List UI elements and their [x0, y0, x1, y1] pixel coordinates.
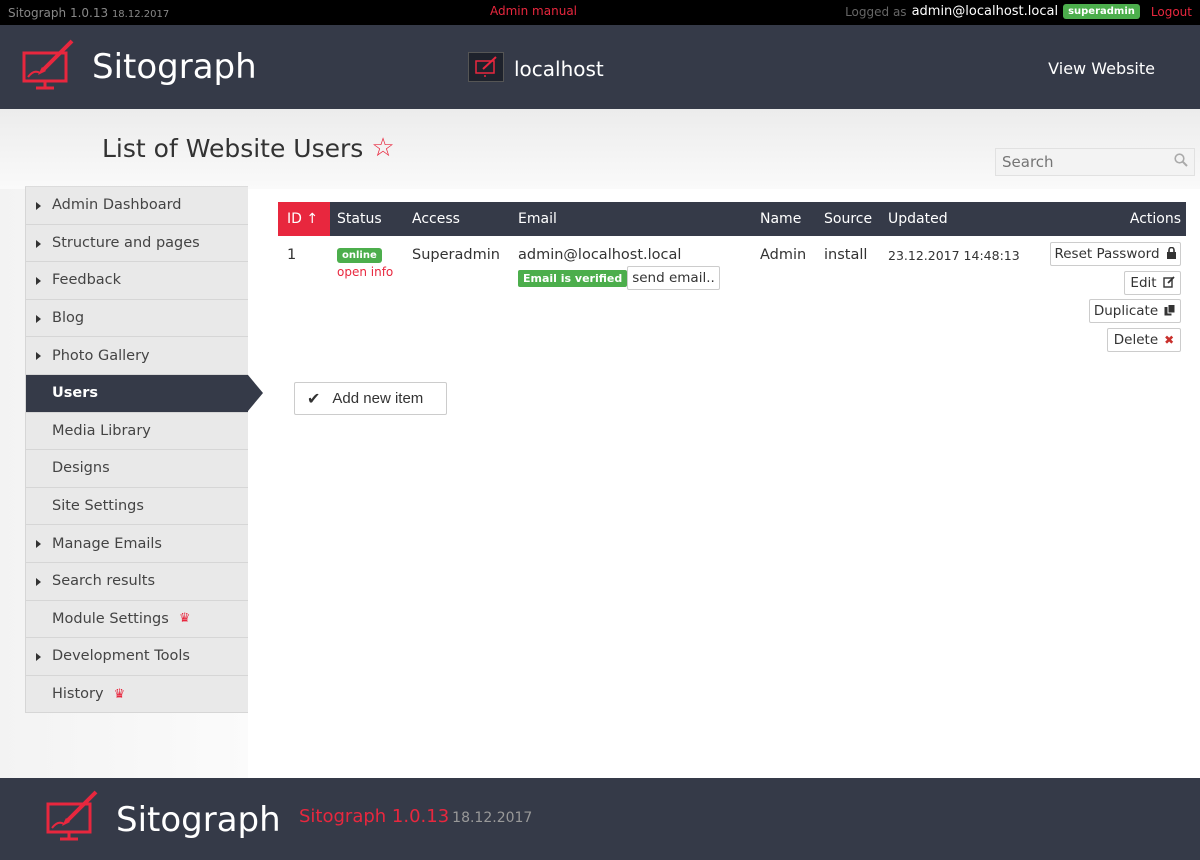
delete-button[interactable]: Delete ✖	[1107, 328, 1181, 352]
sidebar-item-photo-gallery[interactable]: Photo Gallery	[25, 337, 248, 375]
sidebar-item-media-library[interactable]: Media Library	[25, 412, 248, 451]
expand-arrow-icon	[36, 314, 41, 323]
column-header-name[interactable]: Name	[760, 211, 801, 227]
logged-as-label: Logged as	[845, 4, 907, 19]
expand-arrow-icon	[36, 202, 41, 210]
duplicate-icon	[1164, 303, 1176, 319]
sidebar-item-search-results[interactable]: Search results	[25, 562, 248, 601]
open-info-link[interactable]: open info	[337, 265, 393, 279]
column-header-source[interactable]: Source	[824, 211, 872, 227]
logout-link[interactable]: Logout	[1151, 5, 1192, 19]
header: Sitograph localhost View Website	[0, 25, 1200, 109]
site-name[interactable]: localhost	[514, 57, 604, 81]
expand-arrow-icon	[36, 540, 41, 549]
sidebar-nav: Admin Dashboard Structure and pages Feed…	[25, 186, 263, 714]
favorite-star-icon[interactable]: ☆	[371, 133, 394, 163]
column-header-updated[interactable]: Updated	[888, 211, 948, 227]
sidebar-item-development-tools[interactable]: Development Tools	[25, 638, 248, 676]
expand-arrow-icon	[36, 352, 41, 361]
sidebar-item-history[interactable]: History ♛	[25, 675, 248, 714]
status-badge: online	[337, 248, 382, 263]
expand-arrow-icon	[36, 277, 41, 286]
footer: Sitograph Sitograph 1.0.13 18.12.2017	[0, 778, 1200, 860]
sidebar-item-module-settings[interactable]: Module Settings ♛	[25, 600, 248, 639]
cell-source: install	[824, 247, 868, 263]
top-bar: Sitograph 1.0.13 18.12.2017 Admin manual…	[0, 0, 1200, 25]
sidebar-item-manage-emails[interactable]: Manage Emails	[25, 525, 248, 563]
sitograph-logo-icon[interactable]	[20, 35, 80, 91]
sidebar-item-site-settings[interactable]: Site Settings	[25, 487, 248, 526]
footer-brand-name: Sitograph	[116, 800, 281, 840]
column-header-id[interactable]: ID ↑	[278, 202, 330, 236]
checkmark-icon: ✔	[307, 390, 321, 408]
page-title: List of Website Users ☆	[102, 133, 395, 163]
column-header-email[interactable]: Email	[518, 211, 557, 227]
cell-name: Admin	[760, 247, 807, 263]
users-table: ID ↑ Status Access Email Name Source Upd…	[278, 202, 1186, 396]
logged-in-info: Logged as admin@localhost.local superadm…	[845, 4, 1192, 19]
add-new-item-button[interactable]: ✔ Add new item	[294, 382, 447, 415]
expand-arrow-icon	[36, 239, 41, 248]
search-box	[995, 148, 1195, 176]
column-header-access[interactable]: Access	[412, 211, 460, 227]
email-verified-badge: Email is verified	[518, 270, 628, 287]
send-email-button[interactable]: send email..	[627, 266, 720, 290]
app-version: Sitograph 1.0.13 18.12.2017	[8, 6, 170, 20]
delete-x-icon: ✖	[1164, 333, 1175, 347]
sidebar-item-designs[interactable]: Designs	[25, 450, 248, 488]
sidebar-item-structure-and-pages[interactable]: Structure and pages	[25, 224, 248, 263]
role-badge: superadmin	[1063, 4, 1140, 19]
cell-access: Superadmin	[412, 247, 500, 263]
crown-icon: ♛	[113, 686, 126, 702]
site-thumbnail-icon[interactable]	[468, 52, 504, 82]
sidebar-item-admin-dashboard[interactable]: Admin Dashboard	[25, 187, 248, 225]
table-row: 1 online open info Superadmin admin@loca…	[278, 236, 1186, 396]
sitograph-logo-icon	[46, 790, 98, 841]
table-header: ID ↑ Status Access Email Name Source Upd…	[278, 202, 1186, 236]
reset-password-button[interactable]: Reset Password	[1050, 242, 1181, 266]
admin-manual-link[interactable]: Admin manual	[490, 4, 577, 18]
sidebar-item-blog[interactable]: Blog	[25, 299, 248, 338]
search-input[interactable]	[996, 149, 1166, 175]
user-email: admin@localhost.local	[911, 4, 1059, 19]
column-header-actions: Actions	[1129, 211, 1181, 227]
cell-updated: 23.12.2017 14:48:13	[888, 248, 1020, 263]
edit-icon	[1162, 275, 1175, 291]
expand-arrow-icon	[36, 653, 41, 662]
cell-id: 1	[287, 247, 297, 263]
sidebar-item-feedback[interactable]: Feedback	[25, 262, 248, 300]
view-website-link[interactable]: View Website	[1048, 59, 1155, 78]
expand-arrow-icon	[36, 577, 41, 586]
cell-email: admin@localhost.local	[518, 247, 682, 263]
edit-button[interactable]: Edit	[1124, 271, 1181, 295]
crown-icon: ♛	[178, 611, 191, 627]
brand-name[interactable]: Sitograph	[92, 47, 257, 87]
lock-icon	[1166, 246, 1177, 262]
footer-version: Sitograph 1.0.13 18.12.2017	[299, 806, 533, 827]
duplicate-button[interactable]: Duplicate	[1089, 299, 1181, 323]
sidebar-item-users[interactable]: Users	[25, 374, 263, 413]
column-header-status[interactable]: Status	[337, 211, 382, 227]
search-icon[interactable]	[1174, 153, 1188, 171]
